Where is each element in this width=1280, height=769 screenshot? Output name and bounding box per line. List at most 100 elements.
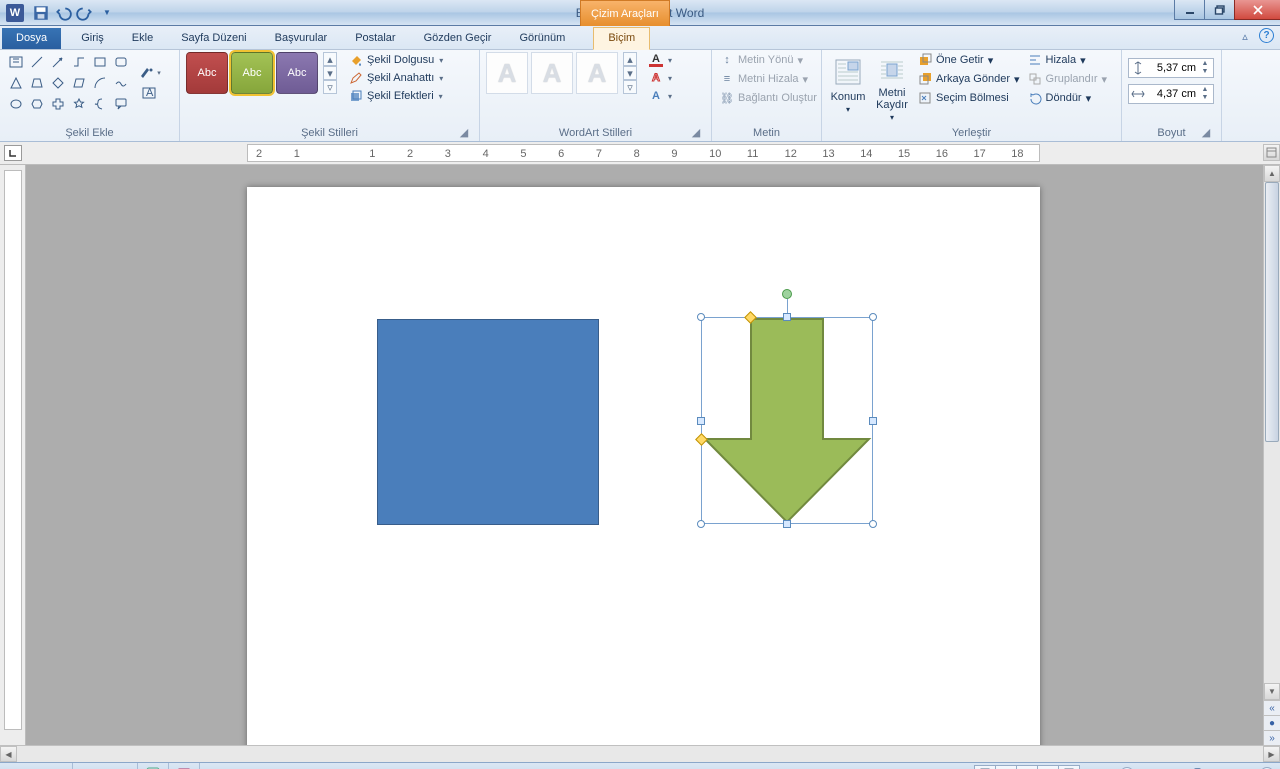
shape-textbox-icon[interactable] [6,52,26,72]
scroll-up-icon[interactable]: ▲ [1264,165,1280,182]
shapes-gallery[interactable] [6,52,132,114]
status-proofing[interactable] [138,763,169,769]
textbox-draw-icon[interactable]: A [136,84,164,104]
scroll-thumb[interactable] [1265,182,1279,442]
shape-trapezoid-icon[interactable] [27,73,47,93]
restore-button[interactable] [1204,0,1234,20]
tab-page-layout[interactable]: Sayfa Düzeni [167,28,260,49]
width-input[interactable]: ▲▼ [1128,84,1214,104]
style-swatch-2[interactable]: Abc [231,52,273,94]
shape-brace-icon[interactable] [90,94,110,114]
shape-triangle-icon[interactable] [6,73,26,93]
wa-gallery-more-icon[interactable]: ▿ [623,80,637,94]
scroll-right-icon[interactable]: ▶ [1263,746,1280,762]
height-down[interactable]: ▼ [1199,68,1211,76]
height-input[interactable]: ▲▼ [1128,58,1214,78]
document-canvas[interactable] [26,165,1263,745]
handle-top[interactable] [783,313,791,321]
position-button[interactable]: Konum▾ [828,52,868,118]
selection-pane-button[interactable]: Seçim Bölmesi [916,90,1022,106]
view-fullscreen-icon[interactable] [995,765,1017,769]
shape-diamond-icon[interactable] [48,73,68,93]
prev-page-icon[interactable]: « [1264,700,1280,715]
handle-top-right[interactable] [869,313,877,321]
wordart-style-3[interactable]: A [576,52,618,94]
width-field[interactable] [1148,88,1196,100]
handle-bottom-right[interactable] [869,520,877,528]
wordart-style-2[interactable]: A [531,52,573,94]
view-outline-icon[interactable] [1037,765,1059,769]
handle-bottom[interactable] [783,520,791,528]
hscroll-track[interactable] [17,746,1263,762]
shape-outline-button[interactable]: Şekil Anahattı▾ [347,70,445,86]
tab-insert[interactable]: Ekle [118,28,167,49]
wordart-launcher-icon[interactable]: ◢ [689,125,703,139]
shape-parallelogram-icon[interactable] [69,73,89,93]
save-icon[interactable] [32,4,50,22]
vertical-ruler[interactable] [4,170,22,730]
shape-plus-icon[interactable] [48,94,68,114]
tab-format[interactable]: Biçim [593,27,650,50]
shape-styles-launcher-icon[interactable]: ◢ [457,125,471,139]
text-outline-button[interactable]: A▾ [647,70,674,86]
view-web-icon[interactable] [1016,765,1038,769]
tab-view[interactable]: Görünüm [505,28,579,49]
shape-arc-icon[interactable] [90,73,110,93]
shape-line-icon[interactable] [27,52,47,72]
next-page-icon[interactable]: » [1264,730,1280,745]
view-print-layout-icon[interactable] [974,765,996,769]
down-arrow-shape-selected[interactable] [701,317,873,524]
width-down[interactable]: ▼ [1199,94,1211,102]
scroll-track[interactable] [1264,182,1280,683]
shape-effects-button[interactable]: Şekil Efektleri▾ [347,88,445,104]
size-launcher-icon[interactable]: ◢ [1199,125,1213,139]
height-up[interactable]: ▲ [1199,60,1211,68]
shape-callout-icon[interactable] [111,94,131,114]
edit-shape-icon[interactable]: ▾ [136,63,164,83]
send-backward-button[interactable]: Arkaya Gönder▾ [916,71,1022,87]
shape-roundrect-icon[interactable] [111,52,131,72]
minimize-button[interactable] [1174,0,1204,20]
rectangle-shape[interactable] [377,319,599,525]
rotate-button[interactable]: Döndür▾ [1026,90,1110,106]
undo-icon[interactable] [54,4,72,22]
shape-wave-icon[interactable] [111,73,131,93]
status-page[interactable]: Sayfa: 1 / 1 [0,763,73,769]
minimize-ribbon-icon[interactable]: ▵ [1237,28,1253,44]
tab-file[interactable]: Dosya [2,28,61,49]
height-field[interactable] [1148,62,1196,74]
status-macro[interactable] [169,763,200,769]
gallery-up-icon[interactable]: ▴ [323,52,337,66]
gallery-more-icon[interactable]: ▿ [323,80,337,94]
rotation-handle[interactable] [782,289,792,299]
tab-stop-selector[interactable] [4,145,22,161]
shape-star-icon[interactable] [69,94,89,114]
help-icon[interactable]: ? [1259,28,1274,43]
style-swatch-1[interactable]: Abc [186,52,228,94]
bring-forward-button[interactable]: Öne Getir▾ [916,52,1022,68]
style-swatch-3[interactable]: Abc [276,52,318,94]
handle-left[interactable] [697,417,705,425]
shape-hexagon-icon[interactable] [27,94,47,114]
scroll-left-icon[interactable]: ◀ [0,746,17,762]
view-draft-icon[interactable] [1058,765,1080,769]
scroll-down-icon[interactable]: ▼ [1264,683,1280,700]
wrap-text-button[interactable]: Metni Kaydır▾ [872,52,912,118]
close-button[interactable] [1234,0,1280,20]
text-effects-button[interactable]: A▾ [647,88,674,104]
handle-bottom-left[interactable] [697,520,705,528]
qat-dropdown-icon[interactable]: ▼ [98,4,116,22]
vertical-scrollbar[interactable]: ▲ ▼ « ● » [1263,165,1280,745]
horizontal-ruler[interactable]: 21123456789101112131415161718 [247,144,1040,162]
horizontal-scrollbar[interactable]: ◀ ▶ [0,745,1280,762]
tab-mailings[interactable]: Postalar [341,28,409,49]
wordart-style-1[interactable]: A [486,52,528,94]
shape-connector-icon[interactable] [69,52,89,72]
width-up[interactable]: ▲ [1199,86,1211,94]
handle-top-left[interactable] [697,313,705,321]
shape-rect-icon[interactable] [90,52,110,72]
ruler-toggle-icon[interactable] [1263,144,1280,161]
redo-icon[interactable] [76,4,94,22]
status-word-count[interactable]: Sözcük: 0 [73,763,138,769]
tab-home[interactable]: Giriş [67,28,118,49]
